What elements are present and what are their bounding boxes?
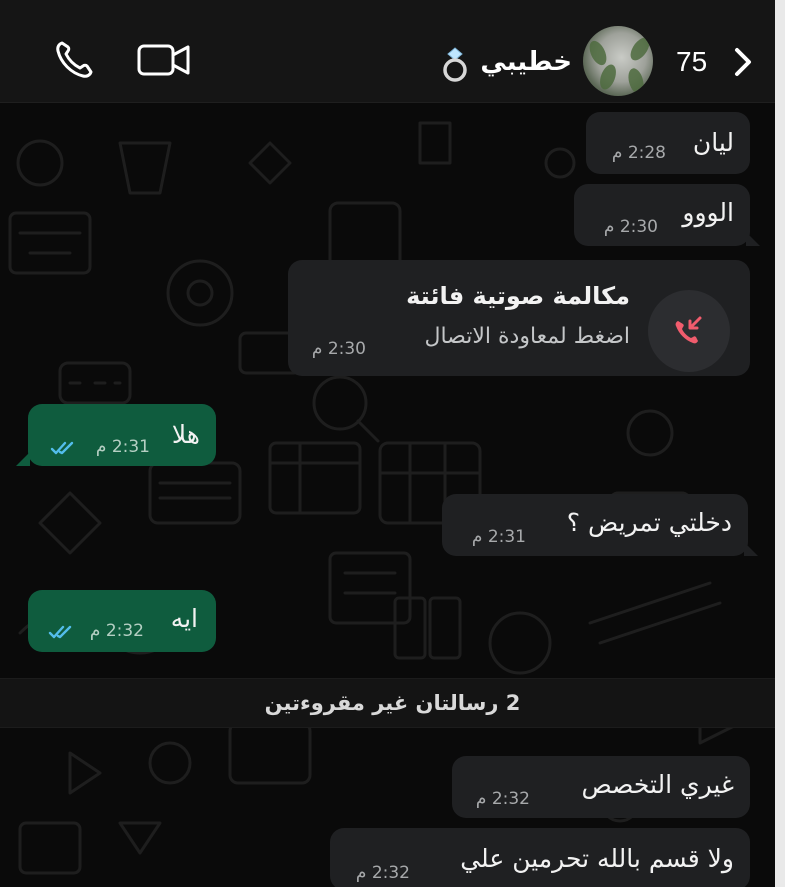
outgoing-message[interactable]: هلا 2:31 م xyxy=(28,404,216,466)
message-time: 2:28 م xyxy=(611,143,666,163)
message-text: غيري التخصص xyxy=(581,770,734,799)
unread-divider-label: 2 رسالتان غير مقروءتين xyxy=(264,691,521,715)
missed-call-icon xyxy=(675,316,702,344)
incoming-message[interactable]: دخلتي تمريض ؟ 2:31 م xyxy=(442,494,748,556)
unread-divider: 2 رسالتان غير مقروءتين xyxy=(0,678,785,728)
contact-name[interactable]: خطيبي xyxy=(480,44,572,80)
message-time: 2:31 م xyxy=(95,437,150,457)
video-camera-icon[interactable] xyxy=(136,40,192,80)
message-text: هلا xyxy=(171,420,200,449)
chevron-right-icon[interactable] xyxy=(728,42,758,82)
message-text: الووو xyxy=(682,198,734,227)
incoming-message[interactable]: غيري التخصص 2:32 م xyxy=(452,756,750,818)
message-time: 2:30 م xyxy=(603,217,658,237)
chat-header: خطيبي 75 xyxy=(0,0,785,103)
incoming-message[interactable]: الووو 2:30 م xyxy=(574,184,750,246)
message-text: ليان xyxy=(692,128,734,157)
bubble-tail xyxy=(746,232,760,246)
bubble-tail xyxy=(744,542,758,556)
ring-emoji-icon xyxy=(443,47,467,82)
bubble-tail xyxy=(16,452,30,466)
read-ticks-icon xyxy=(50,441,74,455)
incoming-message[interactable]: ليان 2:28 م xyxy=(586,112,750,174)
message-text: ايه xyxy=(170,604,198,633)
message-time: 2:30 م xyxy=(311,339,366,359)
message-text: دخلتي تمريض ؟ xyxy=(566,508,732,537)
screenshot-edge xyxy=(775,0,785,887)
message-text: ولا قسم بالله تحرمين علي xyxy=(460,844,734,873)
read-ticks-icon xyxy=(48,625,72,639)
avatar[interactable] xyxy=(583,26,653,96)
chat-screen: خطيبي 75 ليان 2:28 م الووو 2:30 م مكالمة… xyxy=(0,0,785,887)
phone-icon[interactable] xyxy=(52,38,96,82)
back-unread-count[interactable]: 75 xyxy=(676,42,720,82)
message-time: 2:32 م xyxy=(355,863,410,883)
message-time: 2:32 م xyxy=(89,621,144,641)
incoming-message[interactable]: ولا قسم بالله تحرمين علي 2:32 م xyxy=(330,828,750,887)
missed-call-icon-wrap xyxy=(648,290,730,372)
outgoing-message[interactable]: ايه 2:32 م xyxy=(28,590,216,652)
missed-call-title: مكالمة صوتية فائتة xyxy=(406,282,630,310)
callback-hint: اضغط لمعاودة الاتصال xyxy=(424,324,630,349)
message-time: 2:31 م xyxy=(471,527,526,547)
message-time: 2:32 م xyxy=(475,789,530,809)
